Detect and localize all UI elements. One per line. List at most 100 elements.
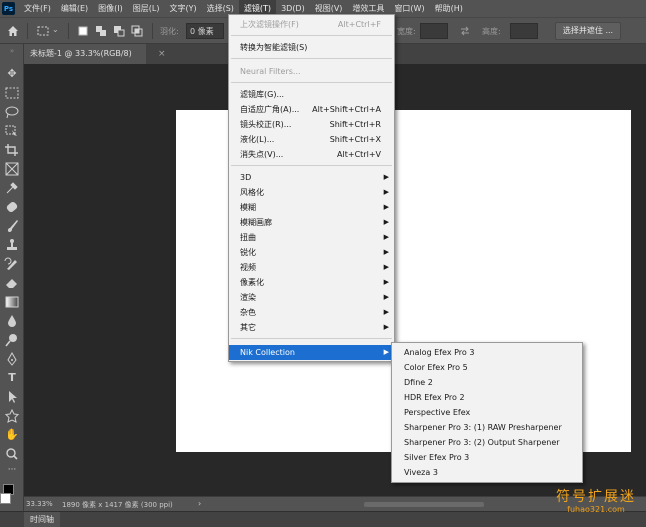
menu-item-render[interactable]: 渲染 ▶: [229, 290, 394, 305]
intersect-selection-icon[interactable]: [130, 24, 144, 38]
menu-image[interactable]: 图像(I): [93, 0, 128, 17]
menu-item-label: 3D: [240, 173, 252, 182]
menu-item-other[interactable]: 其它 ▶: [229, 320, 394, 335]
menu-item-stylize[interactable]: 风格化 ▶: [229, 185, 394, 200]
move-tool-icon[interactable]: ✥: [3, 67, 21, 81]
brush-tool-icon[interactable]: [3, 219, 21, 233]
add-to-selection-icon[interactable]: [94, 24, 108, 38]
menu-item-3d[interactable]: 3D ▶: [229, 170, 394, 185]
submenu-item-analog-efex[interactable]: Analog Efex Pro 3: [392, 345, 582, 360]
tab-timeline[interactable]: 时间轴: [24, 512, 60, 527]
submenu-arrow-icon: ▶: [383, 188, 389, 196]
background-color-swatch[interactable]: [0, 493, 11, 504]
horizontal-scrollbar[interactable]: [364, 502, 484, 507]
shape-tool-icon[interactable]: [3, 409, 21, 423]
submenu-item-perspective-efex[interactable]: Perspective Efex: [392, 405, 582, 420]
menu-item-nik-collection[interactable]: Nik Collection ▶: [229, 345, 394, 360]
chevron-right-icon[interactable]: ›: [198, 499, 201, 508]
options-divider: [27, 23, 28, 39]
submenu-arrow-icon: ▶: [383, 218, 389, 226]
feather-value: 0 像素: [190, 27, 214, 36]
more-tools-icon[interactable]: ···: [3, 463, 21, 477]
menu-item-blur-gallery[interactable]: 模糊画廊 ▶: [229, 215, 394, 230]
menu-item-last-filter[interactable]: 上次滤镜操作(F) Alt+Ctrl+F: [229, 17, 394, 32]
eyedropper-tool-icon[interactable]: [3, 181, 21, 195]
lasso-tool-icon[interactable]: [3, 105, 21, 119]
zoom-level[interactable]: 33.33%: [26, 500, 53, 508]
object-selection-tool-icon[interactable]: [3, 124, 21, 138]
submenu-item-silver-efex[interactable]: Silver Efex Pro 3: [392, 450, 582, 465]
submenu-item-raw-presharpener[interactable]: Sharpener Pro 3: (1) RAW Presharpener: [392, 420, 582, 435]
zoom-tool-icon[interactable]: [3, 447, 21, 461]
menu-item-adaptive-wide-angle[interactable]: 自适应广角(A)... Alt+Shift+Ctrl+A: [229, 102, 394, 117]
frame-tool-icon[interactable]: [3, 162, 21, 176]
feather-input[interactable]: 0 像素: [186, 23, 224, 39]
menu-item-shortcut: Alt+Ctrl+V: [337, 150, 381, 159]
submenu-arrow-icon: ▶: [383, 233, 389, 241]
home-icon[interactable]: [6, 24, 20, 38]
menu-type[interactable]: 文字(Y): [164, 0, 201, 17]
blur-tool-icon[interactable]: [3, 314, 21, 328]
submenu-arrow-icon: ▶: [383, 308, 389, 316]
submenu-arrow-icon: ▶: [383, 203, 389, 211]
submenu-item-viveza[interactable]: Viveza 3: [392, 465, 582, 480]
menu-item-shortcut: Shift+Ctrl+X: [329, 135, 381, 144]
document-tab[interactable]: 未标题-1 @ 33.3%(RGB/8): [24, 44, 146, 64]
hand-tool-icon[interactable]: ✋: [3, 428, 21, 442]
menu-item-filter-gallery[interactable]: 滤镜库(G)...: [229, 87, 394, 102]
gradient-tool-icon[interactable]: [3, 295, 21, 309]
menu-item-label: 消失点(V)...: [240, 150, 284, 159]
submenu-arrow-icon: ▶: [383, 278, 389, 286]
menu-item-blur[interactable]: 模糊 ▶: [229, 200, 394, 215]
chevron-down-icon[interactable]: ⌄: [52, 25, 59, 34]
menu-item-sharpen[interactable]: 锐化 ▶: [229, 245, 394, 260]
photoshop-logo-icon[interactable]: Ps: [2, 2, 15, 15]
menu-item-convert-smart-filters[interactable]: 转换为智能滤镜(S): [229, 40, 394, 55]
submenu-item-hdr-efex[interactable]: HDR Efex Pro 2: [392, 390, 582, 405]
select-and-mask-button[interactable]: 选择并遮住 ...: [555, 22, 621, 40]
marquee-tool-preset-icon[interactable]: [36, 24, 50, 38]
clone-stamp-tool-icon[interactable]: [3, 238, 21, 252]
menu-item-liquify[interactable]: 液化(L)... Shift+Ctrl+X: [229, 132, 394, 147]
pen-tool-icon[interactable]: [3, 352, 21, 366]
menu-item-neural-filters[interactable]: Neural Filters...: [229, 64, 394, 79]
menu-item-distort[interactable]: 扭曲 ▶: [229, 230, 394, 245]
menu-separator: [231, 338, 392, 339]
new-selection-icon[interactable]: [76, 24, 90, 38]
menu-item-noise[interactable]: 杂色 ▶: [229, 305, 394, 320]
menu-item-shortcut: Shift+Ctrl+R: [329, 120, 381, 129]
menu-item-video[interactable]: 视频 ▶: [229, 260, 394, 275]
rectangular-marquee-tool-icon[interactable]: [3, 86, 21, 100]
swap-icon[interactable]: [458, 24, 472, 38]
menu-file[interactable]: 文件(F): [19, 0, 56, 17]
close-icon[interactable]: ×: [158, 44, 166, 64]
menu-item-label: 上次滤镜操作(F): [240, 20, 299, 29]
menu-window[interactable]: 窗口(W): [389, 0, 429, 17]
healing-brush-tool-icon[interactable]: [3, 200, 21, 214]
menu-item-vanishing-point[interactable]: 消失点(V)... Alt+Ctrl+V: [229, 147, 394, 162]
height-input[interactable]: [510, 23, 538, 39]
menu-separator: [231, 35, 392, 36]
submenu-item-dfine[interactable]: Dfine 2: [392, 375, 582, 390]
menu-item-label: 转换为智能滤镜(S): [240, 43, 308, 52]
panel-collapse-icon[interactable]: »: [3, 48, 21, 55]
menu-item-label: 液化(L)...: [240, 135, 275, 144]
menu-item-pixelate[interactable]: 像素化 ▶: [229, 275, 394, 290]
eraser-tool-icon[interactable]: [3, 276, 21, 290]
path-selection-tool-icon[interactable]: [3, 390, 21, 404]
subtract-from-selection-icon[interactable]: [112, 24, 126, 38]
width-input[interactable]: [420, 23, 448, 39]
submenu-item-color-efex[interactable]: Color Efex Pro 5: [392, 360, 582, 375]
submenu-arrow-icon: ▶: [383, 263, 389, 271]
options-divider: [152, 23, 153, 39]
watermark: 符号扩展迷 fuhao321.com: [548, 489, 644, 519]
menu-layer[interactable]: 图层(L): [128, 0, 165, 17]
crop-tool-icon[interactable]: [3, 143, 21, 157]
menu-edit[interactable]: 编辑(E): [56, 0, 93, 17]
menu-item-lens-correction[interactable]: 镜头校正(R)... Shift+Ctrl+R: [229, 117, 394, 132]
dodge-tool-icon[interactable]: [3, 333, 21, 347]
type-tool-icon[interactable]: T: [3, 371, 21, 385]
menu-help[interactable]: 帮助(H): [430, 0, 468, 17]
history-brush-tool-icon[interactable]: [3, 257, 21, 271]
submenu-item-output-sharpener[interactable]: Sharpener Pro 3: (2) Output Sharpener: [392, 435, 582, 450]
